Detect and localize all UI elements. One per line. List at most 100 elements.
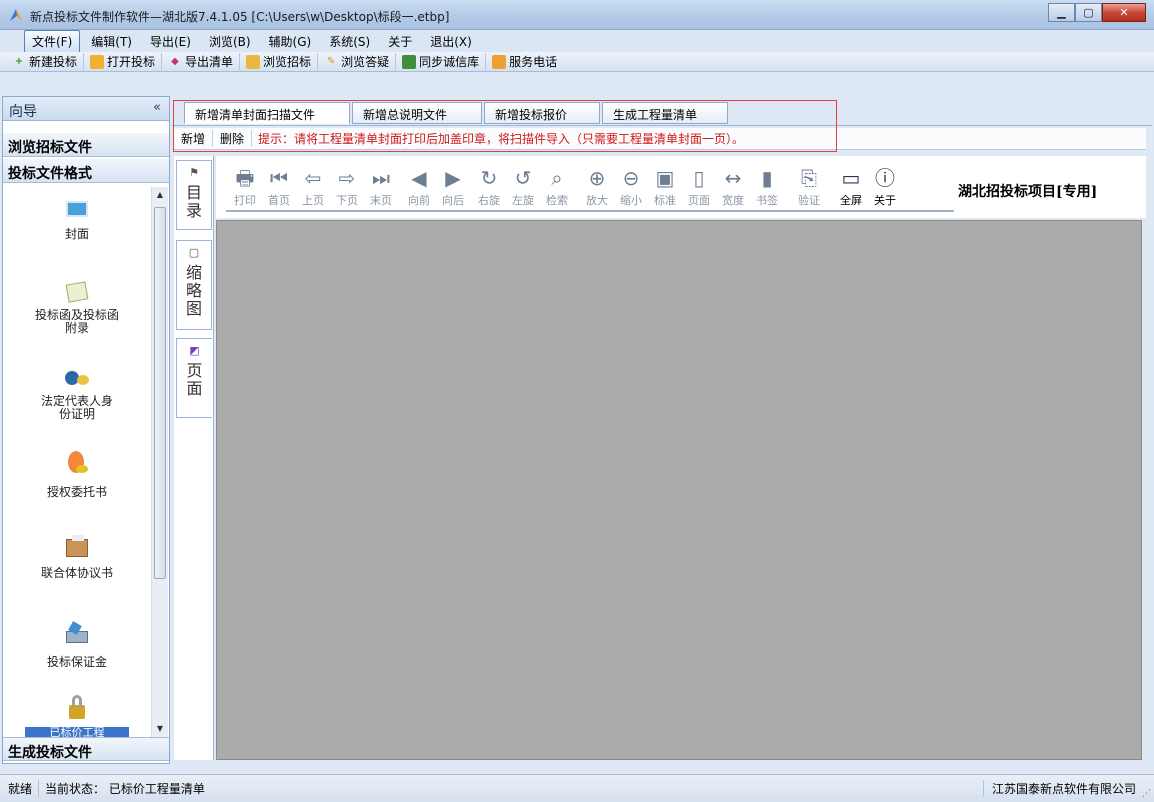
viewer-btn-label: 向前 — [408, 194, 430, 207]
deposit-icon — [62, 619, 92, 649]
list-item-authorization[interactable]: 授权委托书 — [3, 449, 151, 500]
viewer-btn-14[interactable]: ↔ 宽度 — [718, 164, 748, 208]
resize-grip-icon[interactable]: ⋰ — [1142, 789, 1151, 799]
new-bid-button[interactable]: + 新建投标 — [6, 53, 85, 70]
viewer-btn-label: 全屏 — [840, 194, 862, 207]
service-phone-button[interactable]: 服务电话 — [486, 53, 563, 70]
menu-export[interactable]: 导出(E) — [143, 31, 198, 52]
tab-generate-bill[interactable]: 生成工程量清单 — [602, 102, 728, 124]
viewer-btn-label: 向后 — [442, 194, 464, 207]
viewer-btn-5[interactable]: ◀ 向前 — [404, 164, 434, 208]
qa-icon: ✎ — [326, 55, 336, 67]
viewer-btn-11[interactable]: ⊖ 缩小 — [616, 164, 646, 208]
viewer-btn-10[interactable]: ⊕ 放大 — [582, 164, 612, 208]
list-item-deposit[interactable]: 投标保证金 — [3, 619, 151, 670]
viewer-btn-7[interactable]: ↻ 右旋 — [474, 164, 504, 208]
print-icon: 🖶 — [235, 166, 255, 190]
viewer-btn-13[interactable]: ▯ 页面 — [684, 164, 714, 208]
maximize-button[interactable]: ▢ — [1075, 3, 1102, 22]
viewer-btn-4[interactable]: ⏭ 末页 — [366, 164, 396, 208]
browse-qa-button[interactable]: ✎ 浏览答疑 — [318, 53, 397, 70]
viewer-btn-label: 下页 — [336, 194, 358, 207]
zoom-out-icon: ⊖ — [622, 166, 640, 190]
open-folder-icon — [90, 54, 105, 69]
hint-text: 提示：请将工程量清单封面打印后加盖印章，将扫描件导入（只需要工程量清单封面一页）… — [258, 132, 745, 146]
window-title: 新点投标文件制作软件—湖北版7.4.1.05 [C:\Users\w\Deskt… — [30, 10, 450, 24]
scroll-up-icon[interactable]: ▲ — [152, 187, 168, 203]
list-item-legal-rep[interactable]: 法定代表人身份证明 — [3, 365, 151, 421]
close-button[interactable]: ✕ — [1102, 3, 1146, 22]
open-bid-button[interactable]: 打开投标 — [84, 53, 163, 70]
viewer-btn-label: 右旋 — [478, 194, 500, 207]
fullscreen-icon: ▭ — [841, 166, 861, 190]
thumbnail-icon: ▢ — [188, 246, 200, 259]
side-tab-page[interactable]: ◩ 页面 — [176, 338, 212, 418]
sync-credit-button[interactable]: 同步诚信库 — [396, 53, 487, 70]
consortium-icon — [62, 533, 92, 563]
add-button[interactable]: 新增 — [174, 130, 214, 147]
menu-assist[interactable]: 辅助(G) — [262, 31, 319, 52]
priced-project-icon — [62, 693, 92, 723]
viewer-btn-0[interactable]: 🖶 打印 — [230, 164, 260, 208]
minimize-button[interactable]: ▁ — [1048, 3, 1075, 22]
menu-browse[interactable]: 浏览(B) — [202, 31, 258, 52]
tab-add-cover-scan[interactable]: 新增清单封面扫描文件 — [184, 102, 350, 124]
scroll-thumb[interactable] — [154, 207, 166, 579]
toolbar-divider — [226, 210, 954, 212]
viewer-btn-9[interactable]: ⌕ 检索 — [542, 164, 572, 208]
collapse-icon[interactable]: « — [153, 100, 161, 115]
viewer-btn-18[interactable]: ⓘ 关于 — [870, 164, 900, 208]
menu-system[interactable]: 系统(S) — [322, 31, 377, 52]
side-tab-label: 页面 — [186, 361, 203, 398]
browse-tender-button[interactable]: 浏览招标 — [240, 53, 319, 70]
viewer-btn-16[interactable]: ⎘ 验证 — [794, 164, 824, 208]
viewer-btn-2[interactable]: ⇦ 上页 — [298, 164, 328, 208]
viewer-btn-6[interactable]: ▶ 向后 — [438, 164, 468, 208]
viewer-btn-3[interactable]: ⇨ 下页 — [332, 164, 362, 208]
scroll-down-icon[interactable]: ▼ — [152, 721, 168, 737]
list-item-priced-project[interactable]: 已标价工程 — [3, 693, 151, 737]
viewer-btn-label: 左旋 — [512, 194, 534, 207]
cover-icon — [62, 195, 92, 221]
minimize-icon: ▁ — [1057, 6, 1066, 19]
viewer-btn-label: 关于 — [874, 194, 896, 207]
viewer-btn-17[interactable]: ▭ 全屏 — [836, 164, 866, 208]
menu-file[interactable]: 文件(F) — [24, 29, 81, 53]
open-bid-label: 打开投标 — [107, 55, 156, 69]
side-tab-contents[interactable]: ⚑ 目录 — [176, 160, 212, 230]
project-title: 湖北招投标项目[专用] — [958, 184, 1098, 200]
fit-page-icon: ▯ — [693, 166, 705, 190]
rotate-left-icon: ↺ — [514, 166, 532, 190]
viewer-btn-1[interactable]: ⏮ 首页 — [264, 164, 294, 208]
tab-add-general-note[interactable]: 新增总说明文件 — [352, 102, 482, 124]
wizard-scrollbar[interactable]: ▲ ▼ — [151, 187, 168, 737]
document-canvas[interactable] — [216, 220, 1142, 760]
list-item-cover[interactable]: 封面 — [3, 195, 151, 242]
section-bid-format[interactable]: 投标文件格式 — [3, 159, 169, 183]
list-item-bid-letter[interactable]: 投标函及投标函附录 — [3, 279, 151, 335]
legal-rep-icon — [62, 365, 92, 391]
section-generate-bid[interactable]: 生成投标文件 — [3, 737, 169, 761]
list-item-consortium[interactable]: 联合体协议书 — [3, 533, 151, 580]
viewer-btn-label: 验证 — [798, 194, 820, 207]
zoom-in-icon: ⊕ — [588, 166, 606, 190]
new-bid-label: 新建投标 — [29, 55, 78, 69]
viewer-btn-label: 缩小 — [620, 194, 642, 207]
export-list-button[interactable]: ◆ 导出清单 — [162, 53, 241, 70]
section-browse-tender[interactable]: 浏览招标文件 — [3, 133, 169, 157]
delete-button[interactable]: 删除 — [213, 130, 253, 147]
maximize-icon: ▢ — [1083, 6, 1094, 19]
authorization-icon — [62, 449, 92, 479]
menu-about[interactable]: 关于 — [381, 31, 419, 52]
main-toolbar: + 新建投标 打开投标 ◆ 导出清单 浏览招标 ✎ 浏览答疑 同步诚信库 服务电… — [0, 52, 1154, 72]
browse-icon — [246, 54, 261, 69]
tab-add-bid-price[interactable]: 新增投标报价 — [484, 102, 600, 124]
viewer-btn-8[interactable]: ↺ 左旋 — [508, 164, 538, 208]
viewer-btn-12[interactable]: ▣ 标准 — [650, 164, 680, 208]
menu-edit[interactable]: 编辑(T) — [84, 31, 139, 52]
viewer-btn-15[interactable]: ▮ 书签 — [752, 164, 782, 208]
list-item-label: 已标价工程 — [25, 727, 129, 737]
sync-icon — [402, 54, 417, 69]
menu-exit[interactable]: 退出(X) — [423, 31, 479, 52]
side-tab-thumbnails[interactable]: ▢ 缩略图 — [176, 240, 212, 330]
